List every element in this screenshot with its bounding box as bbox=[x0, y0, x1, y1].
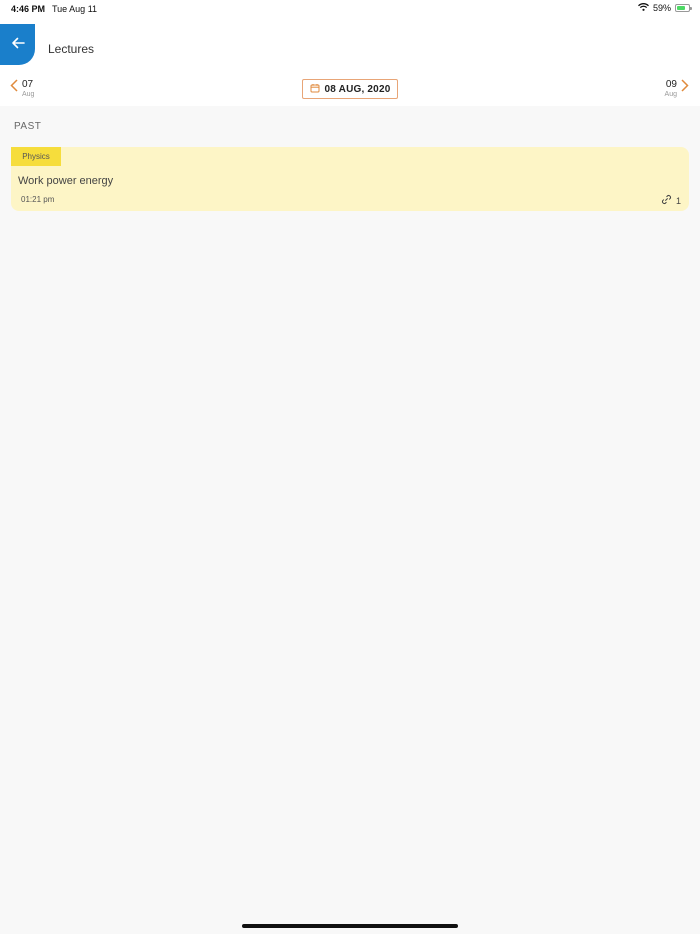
lecture-card[interactable]: Physics Work power energy 01:21 pm 1 bbox=[11, 147, 689, 211]
battery-percent: 59% bbox=[652, 3, 671, 13]
date-navigator: 07 Aug 08 AUG, 2020 09 Aug bbox=[0, 72, 700, 106]
attachment-link[interactable]: 1 bbox=[661, 194, 681, 207]
next-day-button[interactable]: 09 Aug bbox=[665, 79, 689, 99]
page-title: Lectures bbox=[48, 42, 95, 56]
chevron-right-icon bbox=[681, 79, 689, 97]
link-icon bbox=[661, 194, 672, 207]
wifi-icon bbox=[638, 3, 649, 13]
subject-tag: Physics bbox=[11, 147, 61, 166]
status-right: 59% bbox=[638, 3, 692, 13]
lecture-title: Work power energy bbox=[18, 175, 114, 187]
previous-day-number: 07 bbox=[22, 79, 34, 90]
previous-day: 07 Aug bbox=[22, 79, 34, 99]
section-label-past: PAST bbox=[14, 121, 42, 132]
previous-day-month: Aug bbox=[22, 91, 35, 98]
header: Lectures bbox=[0, 18, 700, 72]
previous-day-button[interactable]: 07 Aug bbox=[10, 79, 34, 99]
chevron-left-icon bbox=[10, 79, 18, 97]
next-day: 09 Aug bbox=[665, 79, 677, 99]
back-button[interactable] bbox=[0, 24, 35, 65]
date-picker-button[interactable]: 08 AUG, 2020 bbox=[302, 79, 398, 99]
next-day-number: 09 bbox=[665, 79, 677, 90]
calendar-icon bbox=[310, 80, 320, 98]
home-indicator[interactable] bbox=[242, 924, 458, 928]
battery-icon bbox=[675, 4, 692, 12]
arrow-left-icon bbox=[11, 36, 25, 54]
next-day-month: Aug bbox=[664, 91, 677, 98]
status-time: 4:46 PM bbox=[11, 4, 46, 14]
status-date: Tue Aug 11 bbox=[52, 4, 98, 14]
status-bar: 4:46 PM Tue Aug 11 59% bbox=[0, 0, 700, 18]
lecture-time: 01:21 pm bbox=[21, 195, 55, 204]
current-date: 08 AUG, 2020 bbox=[324, 83, 391, 95]
attachment-count: 1 bbox=[675, 195, 681, 206]
